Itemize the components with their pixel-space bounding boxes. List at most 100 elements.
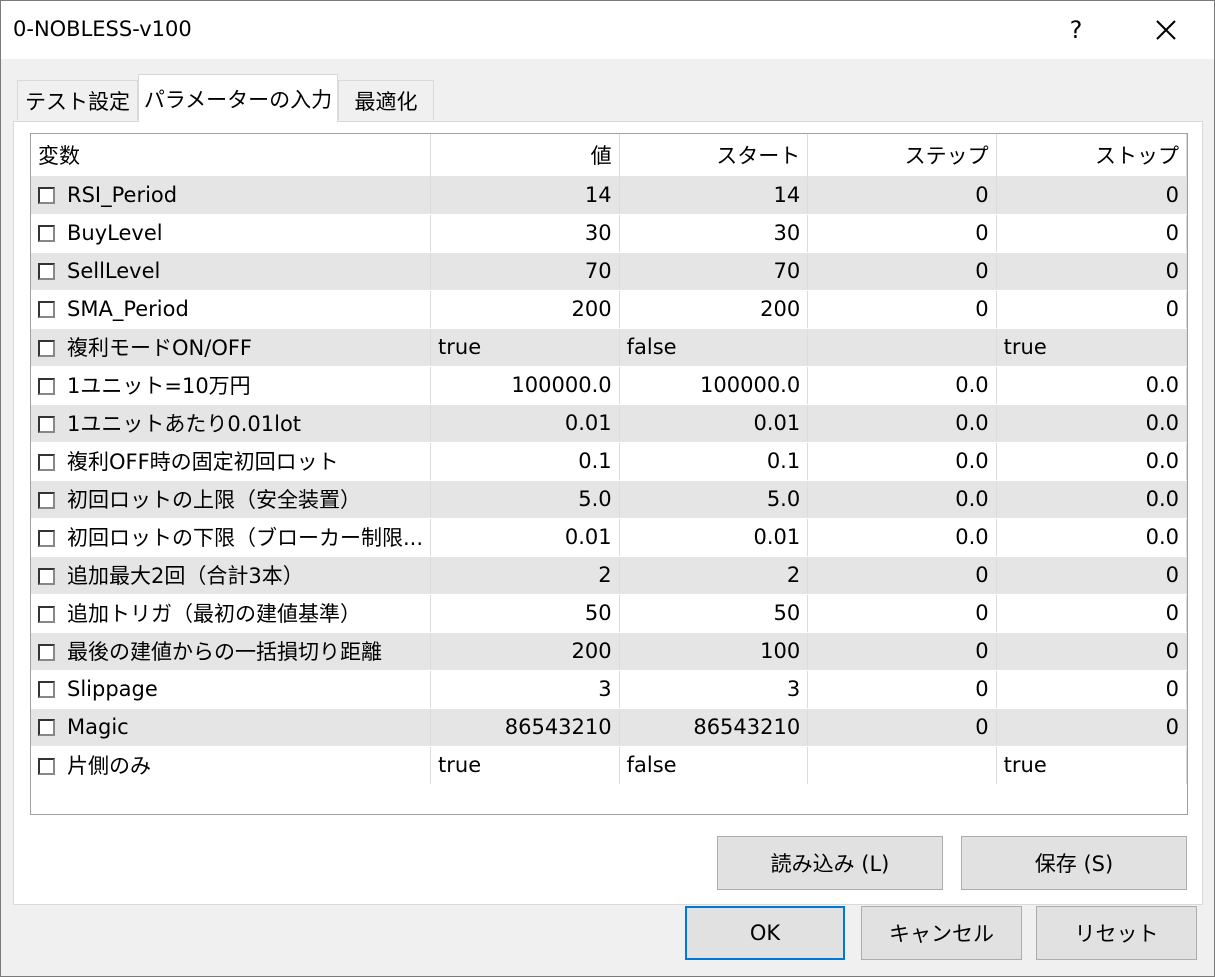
param-step-cell[interactable]: 0.0 (807, 404, 997, 443)
param-start-cell[interactable]: 3 (619, 670, 809, 709)
tab-test-settings[interactable]: テスト設定 (17, 80, 138, 120)
param-start-cell[interactable]: 70 (619, 252, 809, 291)
table-row[interactable]: 最後の建値からの一括損切り距離 200 100 0 0 (31, 632, 1187, 671)
param-step-cell[interactable] (807, 328, 997, 367)
param-start-cell[interactable]: 86543210 (619, 708, 809, 747)
param-step-cell[interactable]: 0 (807, 556, 997, 595)
param-step-cell[interactable]: 0 (807, 252, 997, 291)
param-start-cell[interactable]: 5.0 (619, 480, 809, 519)
param-start-cell[interactable]: 0.1 (619, 442, 809, 481)
param-step-cell[interactable]: 0 (807, 594, 997, 633)
param-step-cell[interactable]: 0.0 (807, 366, 997, 405)
param-stop-cell[interactable]: 0.0 (996, 442, 1187, 481)
close-button[interactable] (1141, 7, 1191, 53)
param-start-cell[interactable]: 0.01 (619, 518, 809, 557)
param-value-cell[interactable]: 100000.0 (430, 366, 620, 405)
table-row[interactable]: 1ユニットあたり0.01lot 0.01 0.01 0.0 0.0 (31, 404, 1187, 443)
optimize-checkbox[interactable] (38, 263, 55, 280)
optimize-checkbox[interactable] (38, 606, 55, 623)
param-value-cell[interactable]: 0.1 (430, 442, 620, 481)
param-stop-cell[interactable]: 0 (996, 176, 1187, 215)
tab-optimization[interactable]: 最適化 (338, 80, 434, 120)
ok-button[interactable]: OK (685, 906, 845, 960)
param-value-cell[interactable]: 5.0 (430, 480, 620, 519)
param-start-cell[interactable]: 30 (619, 214, 809, 253)
table-row[interactable]: RSI_Period 14 14 0 0 (31, 176, 1187, 215)
param-value-cell[interactable]: 86543210 (430, 708, 620, 747)
optimize-checkbox[interactable] (38, 530, 55, 547)
table-row[interactable]: 初回ロットの上限（安全装置） 5.0 5.0 0.0 0.0 (31, 480, 1187, 519)
table-row[interactable]: 1ユニット=10万円 100000.0 100000.0 0.0 0.0 (31, 366, 1187, 405)
param-start-cell[interactable]: false (619, 746, 809, 785)
table-row[interactable]: BuyLevel 30 30 0 0 (31, 214, 1187, 253)
param-value-cell[interactable]: 200 (430, 290, 620, 329)
optimize-checkbox[interactable] (38, 454, 55, 471)
column-header-stop[interactable]: ストップ (996, 134, 1187, 177)
param-stop-cell[interactable]: 0 (996, 214, 1187, 253)
param-step-cell[interactable]: 0.0 (807, 480, 997, 519)
param-stop-cell[interactable]: 0 (996, 290, 1187, 329)
param-value-cell[interactable]: 200 (430, 632, 620, 671)
param-value-cell[interactable]: 70 (430, 252, 620, 291)
param-start-cell[interactable]: 100 (619, 632, 809, 671)
table-row[interactable]: 複利モードON/OFF true false true (31, 328, 1187, 367)
param-value-cell[interactable]: 0.01 (430, 404, 620, 443)
table-row[interactable]: 初回ロットの下限（ブローカー制限... 0.01 0.01 0.0 0.0 (31, 518, 1187, 557)
table-row[interactable]: 複利OFF時の固定初回ロット 0.1 0.1 0.0 0.0 (31, 442, 1187, 481)
optimize-checkbox[interactable] (38, 644, 55, 661)
table-row[interactable]: 片側のみ true false true (31, 746, 1187, 785)
param-stop-cell[interactable]: 0 (996, 594, 1187, 633)
optimize-checkbox[interactable] (38, 416, 55, 433)
table-row[interactable]: Slippage 3 3 0 0 (31, 670, 1187, 709)
param-stop-cell[interactable]: true (996, 746, 1187, 785)
param-stop-cell[interactable]: 0.0 (996, 404, 1187, 443)
optimize-checkbox[interactable] (38, 758, 55, 775)
table-row[interactable]: SMA_Period 200 200 0 0 (31, 290, 1187, 329)
param-value-cell[interactable]: 30 (430, 214, 620, 253)
param-stop-cell[interactable]: 0 (996, 632, 1187, 671)
save-button[interactable]: 保存 (S) (961, 836, 1187, 890)
column-header-start[interactable]: スタート (619, 134, 809, 177)
param-start-cell[interactable]: 0.01 (619, 404, 809, 443)
optimize-checkbox[interactable] (38, 225, 55, 242)
table-row[interactable]: SellLevel 70 70 0 0 (31, 252, 1187, 291)
optimize-checkbox[interactable] (38, 301, 55, 318)
param-step-cell[interactable]: 0.0 (807, 442, 997, 481)
param-step-cell[interactable]: 0.0 (807, 518, 997, 557)
optimize-checkbox[interactable] (38, 681, 55, 698)
param-step-cell[interactable]: 0 (807, 670, 997, 709)
param-stop-cell[interactable]: 0 (996, 708, 1187, 747)
optimize-checkbox[interactable] (38, 568, 55, 585)
param-value-cell[interactable]: true (430, 328, 620, 367)
param-step-cell[interactable]: 0 (807, 290, 997, 329)
param-stop-cell[interactable]: 0.0 (996, 518, 1187, 557)
param-start-cell[interactable]: 50 (619, 594, 809, 633)
load-button[interactable]: 読み込み (L) (717, 836, 943, 890)
param-start-cell[interactable]: 14 (619, 176, 809, 215)
param-stop-cell[interactable]: true (996, 328, 1187, 367)
param-stop-cell[interactable]: 0.0 (996, 366, 1187, 405)
reset-button[interactable]: リセット (1036, 906, 1197, 960)
table-row[interactable]: 追加最大2回（合計3本） 2 2 0 0 (31, 556, 1187, 595)
param-start-cell[interactable]: 200 (619, 290, 809, 329)
optimize-checkbox[interactable] (38, 719, 55, 736)
column-header-step[interactable]: ステップ (807, 134, 997, 177)
help-button[interactable]: ? (1051, 7, 1101, 53)
param-value-cell[interactable]: 0.01 (430, 518, 620, 557)
param-start-cell[interactable]: 2 (619, 556, 809, 595)
param-step-cell[interactable]: 0 (807, 632, 997, 671)
param-value-cell[interactable]: 3 (430, 670, 620, 709)
param-value-cell[interactable]: 50 (430, 594, 620, 633)
param-step-cell[interactable]: 0 (807, 708, 997, 747)
optimize-checkbox[interactable] (38, 378, 55, 395)
param-step-cell[interactable] (807, 746, 997, 785)
param-value-cell[interactable]: 2 (430, 556, 620, 595)
cancel-button[interactable]: キャンセル (861, 906, 1022, 960)
param-stop-cell[interactable]: 0 (996, 252, 1187, 291)
param-stop-cell[interactable]: 0.0 (996, 480, 1187, 519)
param-step-cell[interactable]: 0 (807, 214, 997, 253)
optimize-checkbox[interactable] (38, 492, 55, 509)
param-start-cell[interactable]: false (619, 328, 809, 367)
table-row[interactable]: 追加トリガ（最初の建値基準） 50 50 0 0 (31, 594, 1187, 633)
column-header-value[interactable]: 値 (430, 134, 620, 177)
